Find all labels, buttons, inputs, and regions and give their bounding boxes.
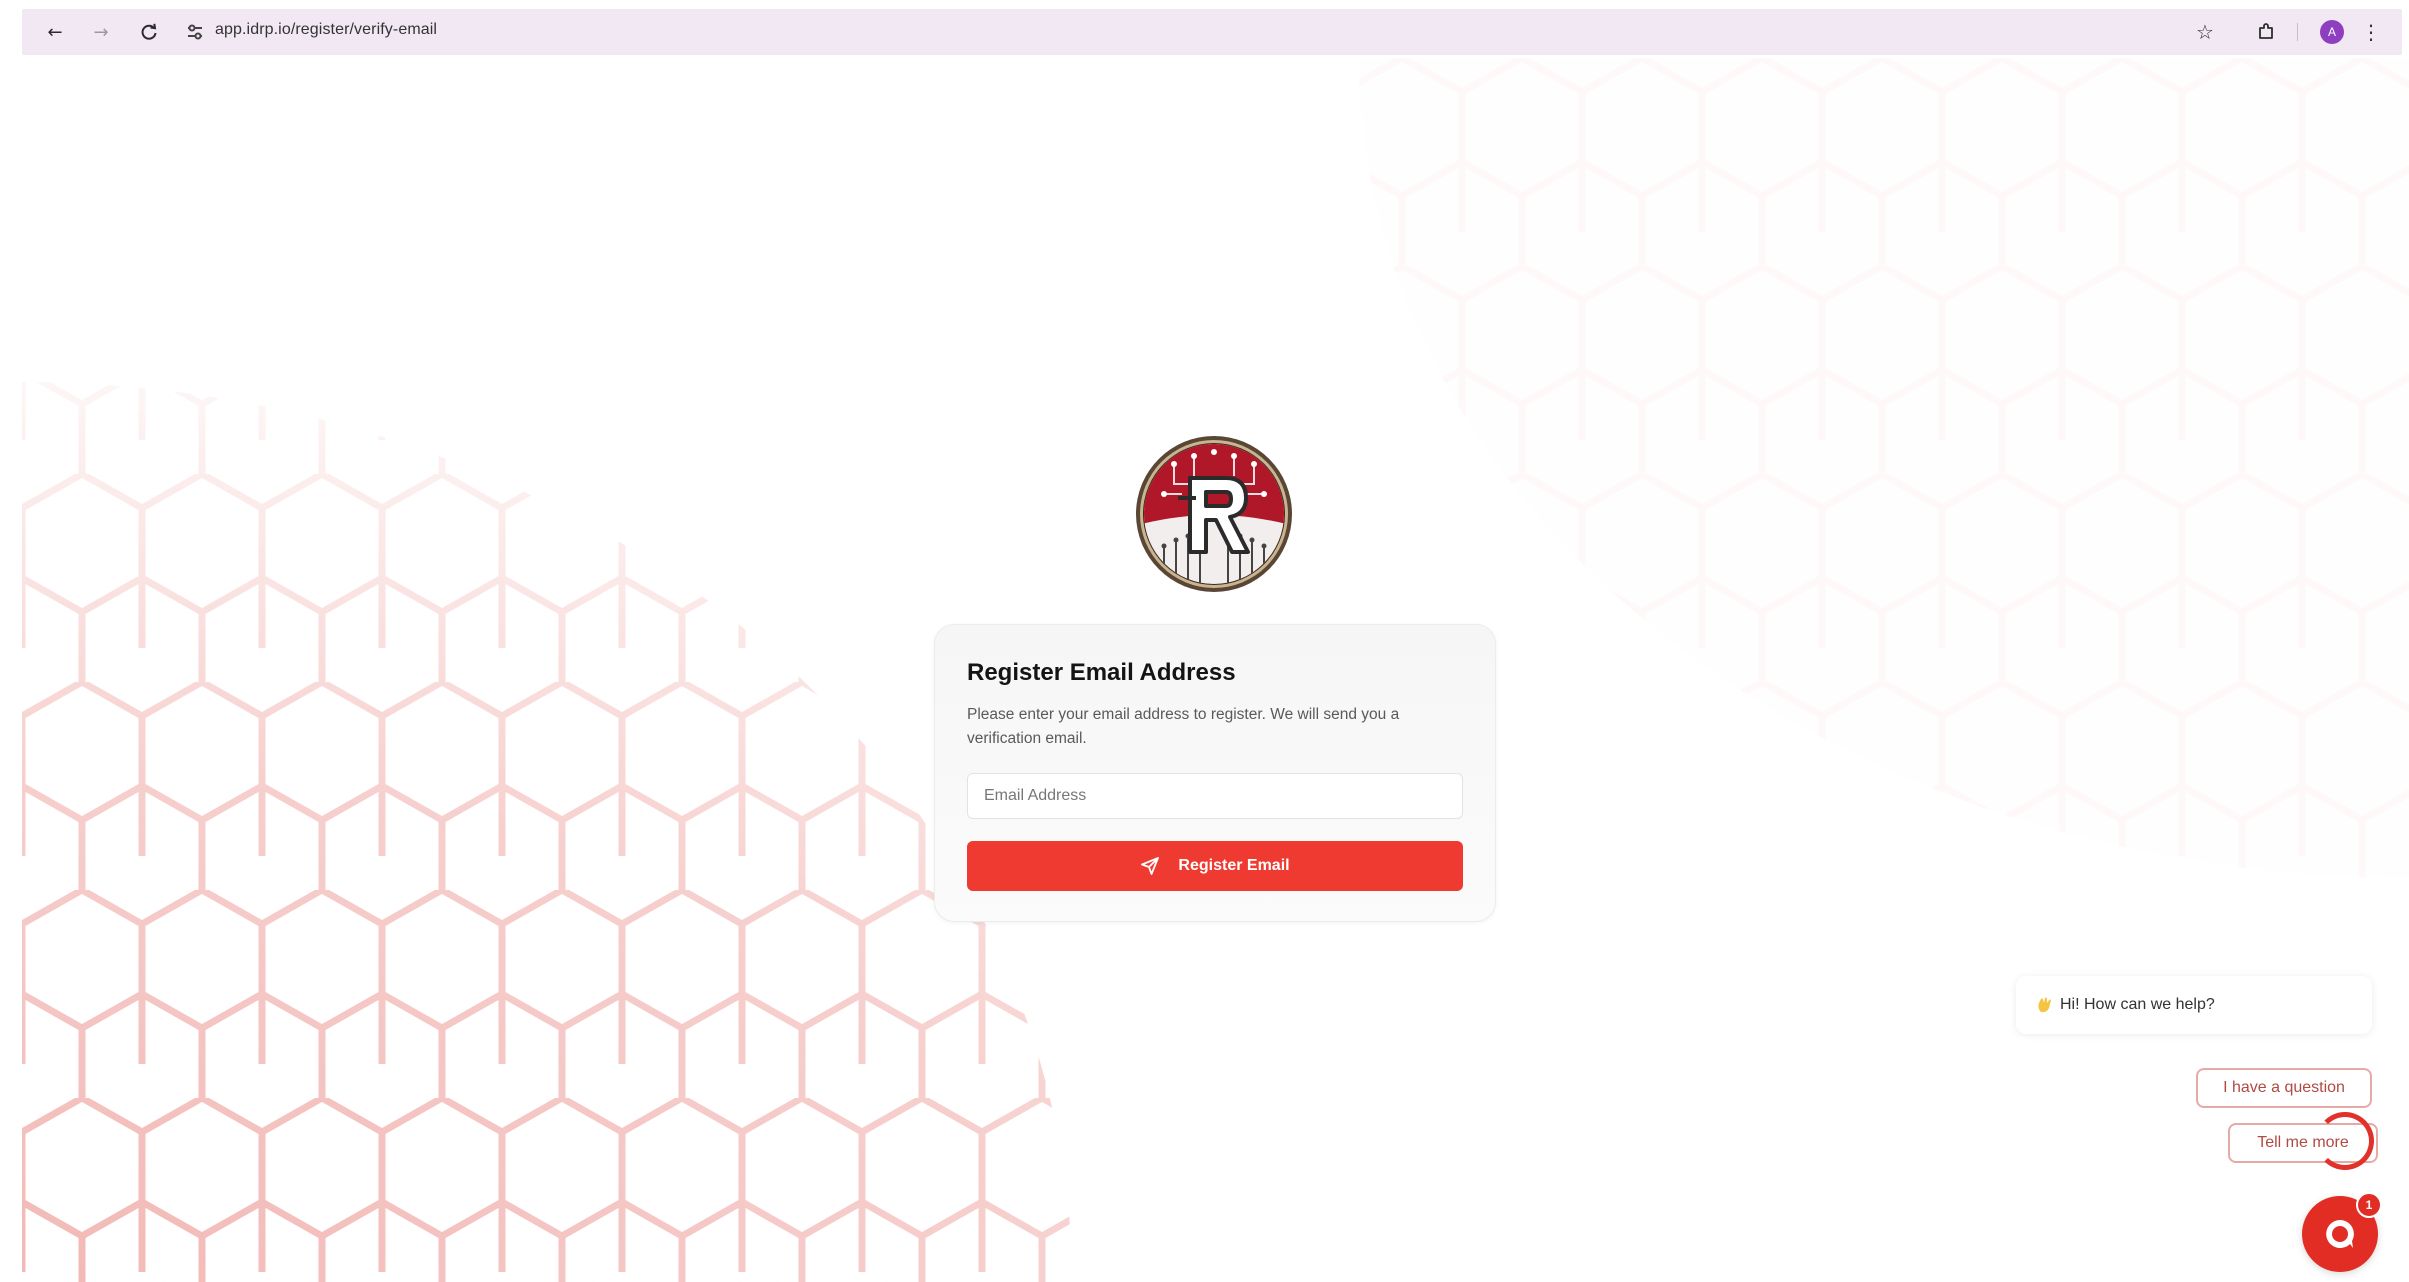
- chat-option-question[interactable]: I have a question: [2196, 1068, 2372, 1108]
- reload-icon[interactable]: [134, 17, 164, 47]
- card-title: Register Email Address: [967, 659, 1236, 686]
- email-address-input[interactable]: [967, 773, 1463, 819]
- send-icon: [1140, 856, 1160, 876]
- kebab-menu-icon[interactable]: ⋮: [2356, 17, 2386, 47]
- chat-unread-badge: 1: [2356, 1192, 2382, 1218]
- idrp-logo: [1136, 436, 1292, 592]
- bookmark-star-icon[interactable]: ☆: [2190, 17, 2220, 47]
- waving-hand-icon: [2036, 996, 2054, 1014]
- register-email-label: Register Email: [1178, 857, 1290, 874]
- browser-toolbar: ← → app.idrp.io/register/verify-email ☆ …: [22, 9, 2402, 55]
- page-root: ← → app.idrp.io/register/verify-email ☆ …: [0, 0, 2409, 1282]
- register-email-button[interactable]: Register Email: [967, 841, 1463, 891]
- register-card: Register Email Address Please enter your…: [934, 624, 1496, 922]
- chat-greeting-text: Hi! How can we help?: [2060, 996, 2215, 1013]
- extensions-puzzle-icon[interactable]: [2251, 17, 2281, 47]
- site-info-icon[interactable]: [178, 17, 212, 47]
- address-bar-url[interactable]: app.idrp.io/register/verify-email: [215, 21, 437, 39]
- chat-greeting-bubble[interactable]: Hi! How can we help?: [2016, 976, 2372, 1034]
- toolbar-divider: [2297, 23, 2298, 41]
- forward-arrow-icon[interactable]: →: [86, 17, 116, 47]
- chat-bubble-icon: [2326, 1220, 2354, 1248]
- chat-option-tell-me-more[interactable]: Tell me more: [2228, 1123, 2378, 1163]
- back-arrow-icon[interactable]: ←: [40, 17, 70, 47]
- profile-avatar[interactable]: A: [2320, 20, 2344, 44]
- card-description: Please enter your email address to regis…: [967, 706, 1400, 747]
